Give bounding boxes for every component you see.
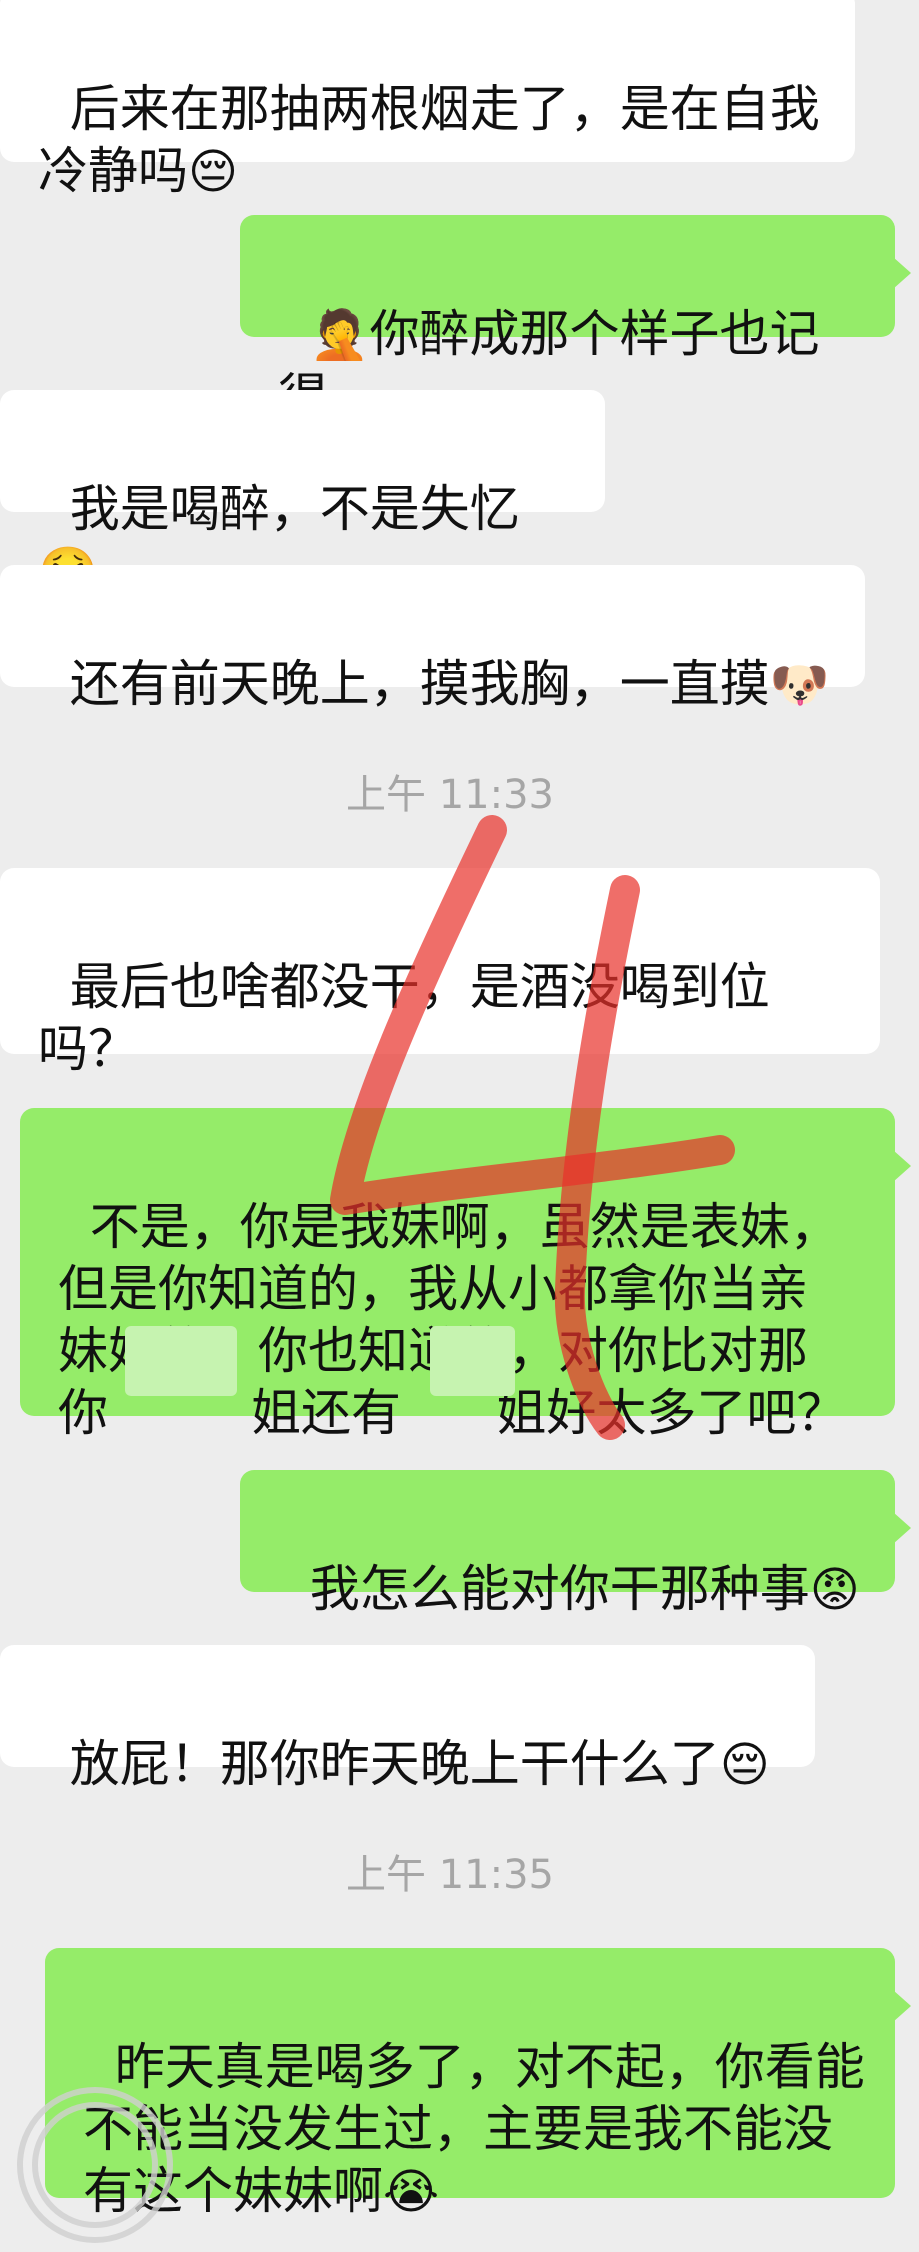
- pensive-emoji-icon: 😔: [188, 144, 239, 200]
- message-text: 后来在那抽两根烟走了，是在自我 冷静吗: [38, 80, 820, 200]
- angry-emoji-icon: 😡: [809, 1562, 860, 1618]
- message-bubble-self[interactable]: 昨天真是喝多了，对不起，你看能 不能当没发生过，主要是我不能没 有这个妹妹啊😭: [45, 1948, 911, 2220]
- redacted-name-blur: [430, 1326, 515, 1396]
- redacted-name-blur: [125, 1326, 237, 1396]
- message-text: 不是，你是我妹啊，虽然是表妹， 但是你知道的，我从小都拿你当亲 妹妹的，你也知道…: [58, 1198, 847, 1442]
- crying-emoji-icon: 😭: [383, 2164, 440, 2220]
- message-text: 还有前天晚上，摸我胸，一直摸: [69, 655, 770, 713]
- timestamp: 上午 11:33: [346, 772, 554, 818]
- message-text: 我怎么能对你干那种事: [309, 1560, 810, 1618]
- facepalm-emoji-icon: 🤦: [309, 307, 370, 363]
- message-bubble-self[interactable]: 🤦你醉成那个样子也记得: [240, 215, 911, 426]
- message-bubble-other[interactable]: 放屁！那你昨天晚上干什么了😔: [0, 1645, 815, 1793]
- doge-emoji-icon: 🐶: [769, 657, 830, 713]
- timestamp: 上午 11:35: [346, 1852, 554, 1898]
- message-text: 放屁！那你昨天晚上干什么了: [69, 1735, 720, 1793]
- message-bubble-self[interactable]: 我怎么能对你干那种事😡: [240, 1470, 911, 1618]
- message-bubble-other[interactable]: 还有前天晚上，摸我胸，一直摸🐶: [0, 565, 865, 713]
- message-text: 我是喝醉，不是失忆: [69, 480, 520, 538]
- message-text: 最后也啥都没干，是酒没喝到位吗？: [38, 958, 770, 1078]
- message-text: 昨天真是喝多了，对不起，你看能 不能当没发生过，主要是我不能没 有这个妹妹啊: [83, 2038, 865, 2220]
- message-bubble-self[interactable]: 不是，你是我妹啊，虽然是表妹， 但是你知道的，我从小都拿你当亲 妹妹的，你也知道…: [20, 1108, 911, 1442]
- message-bubble-other[interactable]: 后来在那抽两根烟走了，是在自我 冷静吗😔: [0, 0, 855, 200]
- message-bubble-other[interactable]: 最后也啥都没干，是酒没喝到位吗？ 🐶: [0, 868, 880, 1201]
- pensive-emoji-icon: 😔: [719, 1737, 770, 1793]
- message-bubble-other[interactable]: 我是喝醉，不是失忆🤮: [0, 390, 605, 600]
